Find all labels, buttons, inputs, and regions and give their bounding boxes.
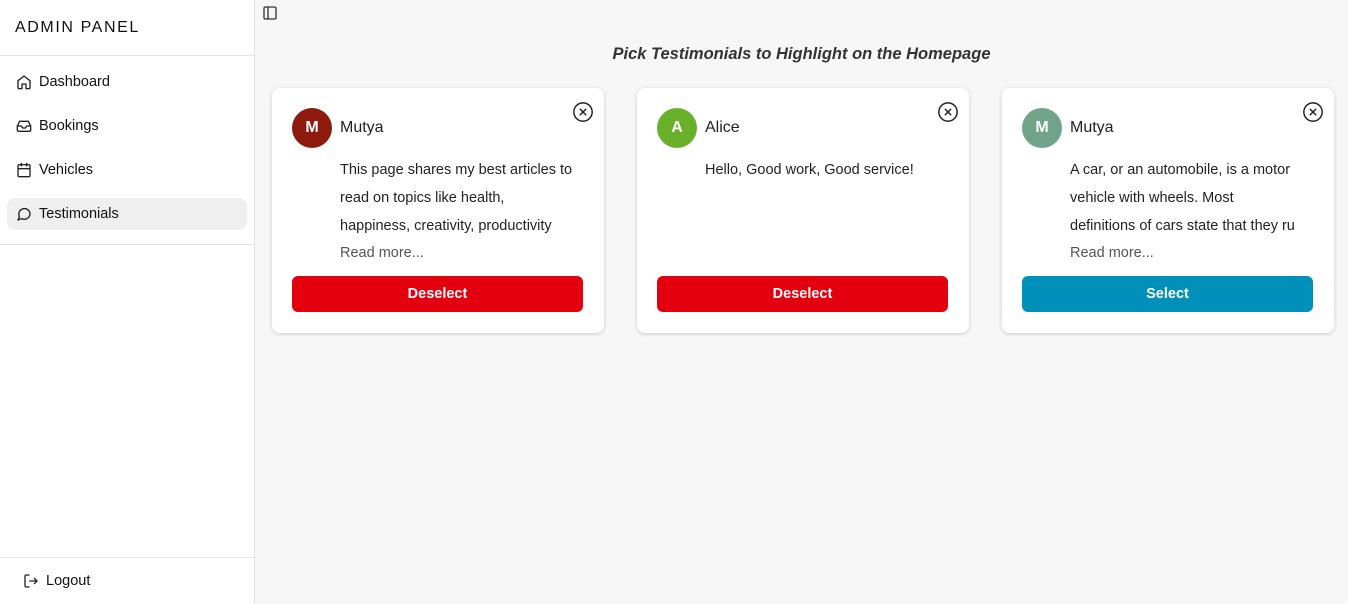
testimonial-line: Hello, Good work, Good service! <box>705 162 914 178</box>
close-icon[interactable] <box>1302 101 1324 123</box>
sidebar-toggle-icon[interactable] <box>262 5 278 21</box>
testimonial-card: M Mutya This page shares my best article… <box>272 88 604 333</box>
home-icon <box>17 75 31 90</box>
sidebar-nav: Dashboard Bookings Vehicles Testimonials <box>0 56 254 245</box>
testimonial-line: definitions of cars state that they ru <box>1070 218 1295 234</box>
testimonial-author: Mutya <box>340 119 384 136</box>
logout-button[interactable]: Logout <box>0 557 254 604</box>
logout-label: Logout <box>46 573 91 589</box>
sidebar-item-bookings[interactable]: Bookings <box>7 110 247 142</box>
deselect-button[interactable]: Deselect <box>292 276 583 312</box>
select-button[interactable]: Select <box>1022 276 1313 312</box>
sidebar-item-label: Bookings <box>39 118 99 134</box>
sidebar-item-label: Dashboard <box>39 74 110 90</box>
testimonial-line: vehicle with wheels. Most <box>1070 190 1234 206</box>
sidebar-item-vehicles[interactable]: Vehicles <box>7 154 247 186</box>
sidebar-item-label: Testimonials <box>39 206 119 222</box>
avatar: M <box>1022 108 1062 148</box>
app-brand: ADMIN PANEL <box>0 0 254 56</box>
message-circle-icon <box>17 207 31 221</box>
testimonial-text: This page shares my best articles to rea… <box>340 156 585 240</box>
close-icon[interactable] <box>937 101 959 123</box>
deselect-button[interactable]: Deselect <box>657 276 948 312</box>
inbox-icon <box>16 120 32 132</box>
testimonial-author: Mutya <box>1070 119 1114 136</box>
testimonial-card: A Alice Hello, Good work, Good service! … <box>637 88 969 333</box>
sidebar: ADMIN PANEL Dashboard Bookings Vehicles … <box>0 0 255 604</box>
logout-icon <box>24 574 38 588</box>
avatar: A <box>657 108 697 148</box>
sidebar-item-dashboard[interactable]: Dashboard <box>7 66 247 98</box>
testimonial-line: read on topics like health, <box>340 190 505 206</box>
avatar: M <box>292 108 332 148</box>
read-more-link[interactable]: Read more... <box>340 245 424 261</box>
read-more-link[interactable]: Read more... <box>1070 245 1154 261</box>
testimonial-author: Alice <box>705 119 740 136</box>
testimonial-card: M Mutya A car, or an automobile, is a mo… <box>1002 88 1334 333</box>
sidebar-item-testimonials[interactable]: Testimonials <box>7 198 247 230</box>
page-title: Pick Testimonials to Highlight on the Ho… <box>612 45 991 63</box>
testimonial-text: A car, or an automobile, is a motor vehi… <box>1070 156 1315 240</box>
testimonial-line: happiness, creativity, productivity <box>340 218 552 234</box>
testimonial-line: A car, or an automobile, is a motor <box>1070 162 1291 178</box>
sidebar-item-label: Vehicles <box>39 162 94 178</box>
testimonial-text: Hello, Good work, Good service! <box>705 156 950 184</box>
testimonial-line: This page shares my best articles to <box>340 162 573 178</box>
close-icon[interactable] <box>572 101 594 123</box>
calendar-icon <box>17 162 31 178</box>
